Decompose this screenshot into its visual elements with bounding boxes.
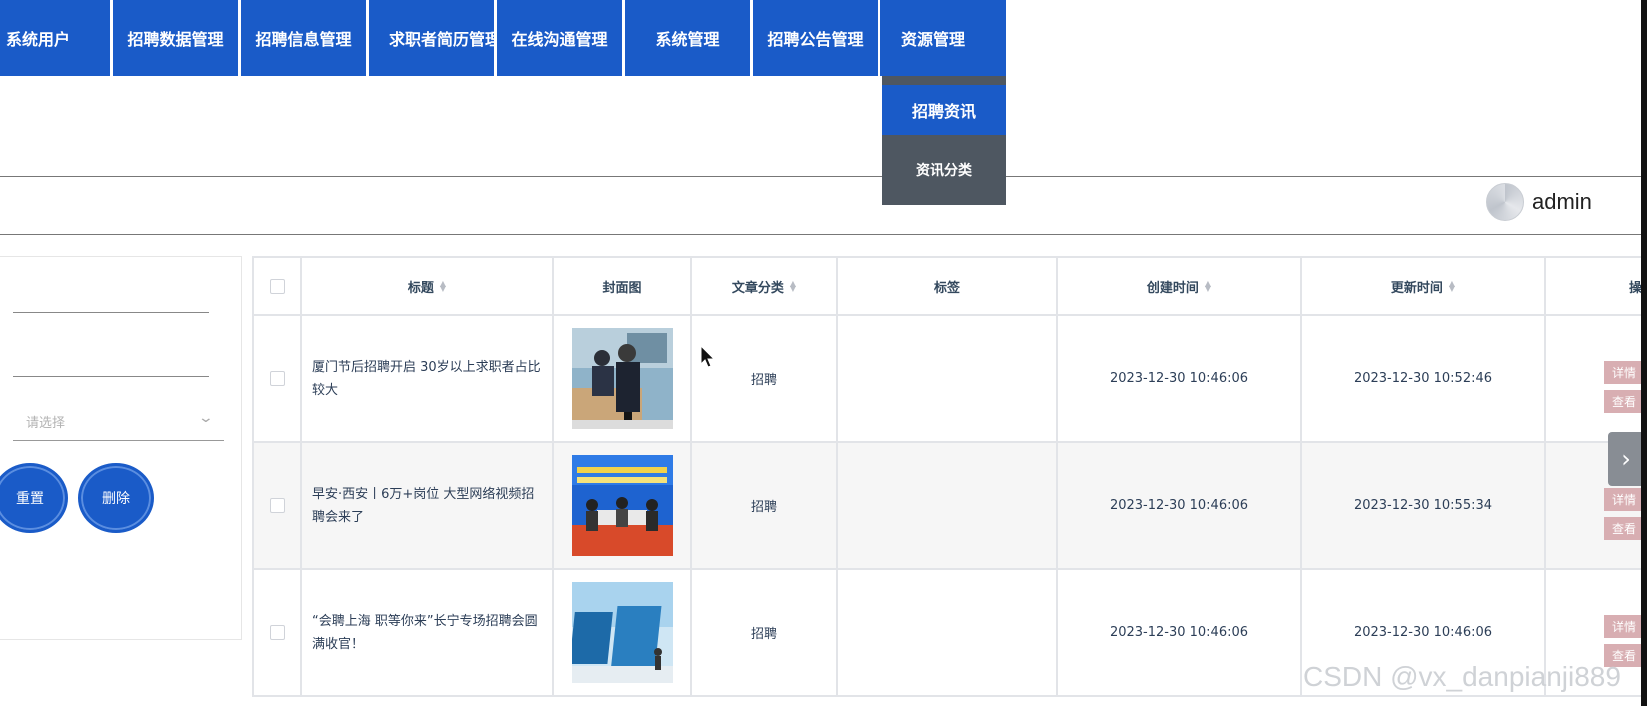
created-cell: 2023-12-30 10:46:06: [1058, 316, 1302, 443]
row-checkbox[interactable]: [269, 498, 285, 513]
header-title-label: 标题: [407, 280, 434, 296]
created-cell: 2023-12-30 10:46:06: [1058, 443, 1302, 570]
select-all-cell: [252, 256, 302, 316]
cover-cell: [554, 443, 692, 570]
username: admin: [1532, 189, 1592, 214]
avatar: [1486, 183, 1524, 221]
cover-image[interactable]: [571, 455, 673, 556]
header-actions: 操: [1546, 256, 1646, 316]
updated-cell: 2023-12-30 10:52:46: [1302, 316, 1546, 443]
row-checkbox-cell: [252, 570, 302, 697]
cover-image[interactable]: [571, 328, 673, 429]
category-cell: 招聘: [692, 316, 838, 443]
row-checkbox-cell: [252, 316, 302, 443]
row-updated: 2023-12-30 10:52:46: [1353, 371, 1493, 386]
divider-top: [0, 176, 882, 177]
created-cell: 2023-12-30 10:46:06: [1058, 570, 1302, 697]
resources-submenu: 招聘资讯 资讯分类: [882, 76, 1006, 205]
submenu-item-news-category[interactable]: 资讯分类: [882, 135, 1006, 205]
header-category[interactable]: 文章分类 ▲ ▼: [692, 256, 838, 316]
sort-icon[interactable]: ▲ ▼: [1205, 280, 1211, 293]
header-cover: 封面图: [554, 256, 692, 316]
row-category: 招聘: [750, 373, 777, 388]
nav-item-recruit-info[interactable]: 招聘信息管理: [241, 0, 366, 76]
row-checkbox[interactable]: [269, 625, 285, 640]
header-created[interactable]: 创建时间 ▲ ▼: [1058, 256, 1302, 316]
row-updated: 2023-12-30 10:46:06: [1353, 625, 1493, 640]
row-title: 早安·西安丨6万+岗位 大型网络视频招聘会来了: [312, 486, 535, 525]
divider-top-right: [1006, 176, 1641, 177]
tag-cell: [838, 570, 1058, 697]
nav-item-resources[interactable]: 资源管理: [880, 0, 1006, 76]
header-cover-label: 封面图: [602, 280, 642, 296]
submenu-item-news[interactable]: 招聘资讯: [882, 85, 1006, 135]
nav-item-resume[interactable]: 求职者简历管理: [369, 0, 494, 76]
header-category-label: 文章分类: [731, 280, 784, 296]
nav-item-system-users[interactable]: 系统用户: [0, 0, 110, 76]
row-checkbox-cell: [252, 443, 302, 570]
row-title: “会聘上海 职等你来”长宁专场招聘会圆满收官！: [312, 613, 538, 652]
nav-item-chat[interactable]: 在线沟通管理: [497, 0, 622, 76]
row-category: 招聘: [750, 627, 777, 642]
window-edge: [1641, 0, 1647, 706]
cover-cell: [554, 316, 692, 443]
row-checkbox[interactable]: [269, 371, 285, 386]
nav-item-system[interactable]: 系统管理: [625, 0, 750, 76]
title-cell: 厦门节后招聘开启 30岁以上求职者占比较大: [302, 316, 554, 443]
select-placeholder: 请选择: [26, 416, 66, 431]
updated-cell: 2023-12-30 10:55:34: [1302, 443, 1546, 570]
watermark: CSDN @vx_danpianji889: [1303, 661, 1621, 692]
row-updated: 2023-12-30 10:55:34: [1353, 498, 1493, 513]
header-updated[interactable]: 更新时间 ▲ ▼: [1302, 256, 1546, 316]
sort-icon[interactable]: ▲ ▼: [790, 280, 796, 293]
category-cell: 招聘: [692, 443, 838, 570]
header-updated-label: 更新时间: [1390, 280, 1443, 296]
search-input-2[interactable]: [13, 332, 209, 377]
row-created: 2023-12-30 10:46:06: [1109, 498, 1249, 513]
select-all-checkbox[interactable]: [269, 278, 285, 294]
category-cell: 招聘: [692, 570, 838, 697]
header-title[interactable]: 标题 ▲ ▼: [302, 256, 554, 316]
cover-image[interactable]: [571, 582, 673, 683]
user-info[interactable]: admin: [1486, 183, 1592, 221]
header-created-label: 创建时间: [1146, 280, 1199, 296]
mouse-cursor-icon: [700, 345, 716, 368]
sort-icon[interactable]: ▲ ▼: [440, 280, 446, 293]
nav-item-announcement[interactable]: 招聘公告管理: [753, 0, 878, 76]
header-tag-label: 标签: [933, 280, 960, 296]
nav-item-recruit-data[interactable]: 招聘数据管理: [113, 0, 238, 76]
divider-bottom: [0, 234, 1641, 235]
row-created: 2023-12-30 10:46:06: [1109, 371, 1249, 386]
chevron-down-icon: ⌄: [197, 410, 215, 426]
delete-button[interactable]: 删除: [78, 463, 154, 533]
title-cell: “会聘上海 职等你来”长宁专场招聘会圆满收官！: [302, 570, 554, 697]
row-title: 厦门节后招聘开启 30岁以上求职者占比较大: [312, 359, 541, 398]
cover-cell: [554, 570, 692, 697]
sort-icon[interactable]: ▲ ▼: [1449, 280, 1455, 293]
title-cell: 早安·西安丨6万+岗位 大型网络视频招聘会来了: [302, 443, 554, 570]
row-created: 2023-12-30 10:46:06: [1109, 625, 1249, 640]
search-input-title[interactable]: [13, 268, 209, 313]
search-panel: [0, 256, 242, 640]
category-select[interactable]: 请选择 ⌄: [13, 400, 224, 441]
actions-cell: 详情 查看: [1546, 316, 1647, 443]
row-category: 招聘: [750, 500, 777, 515]
tag-cell: [838, 316, 1058, 443]
header-tag: 标签: [838, 256, 1058, 316]
submenu-spacer: [882, 76, 1006, 85]
chevron-right-icon[interactable]: ›: [1608, 432, 1644, 486]
tag-cell: [838, 443, 1058, 570]
